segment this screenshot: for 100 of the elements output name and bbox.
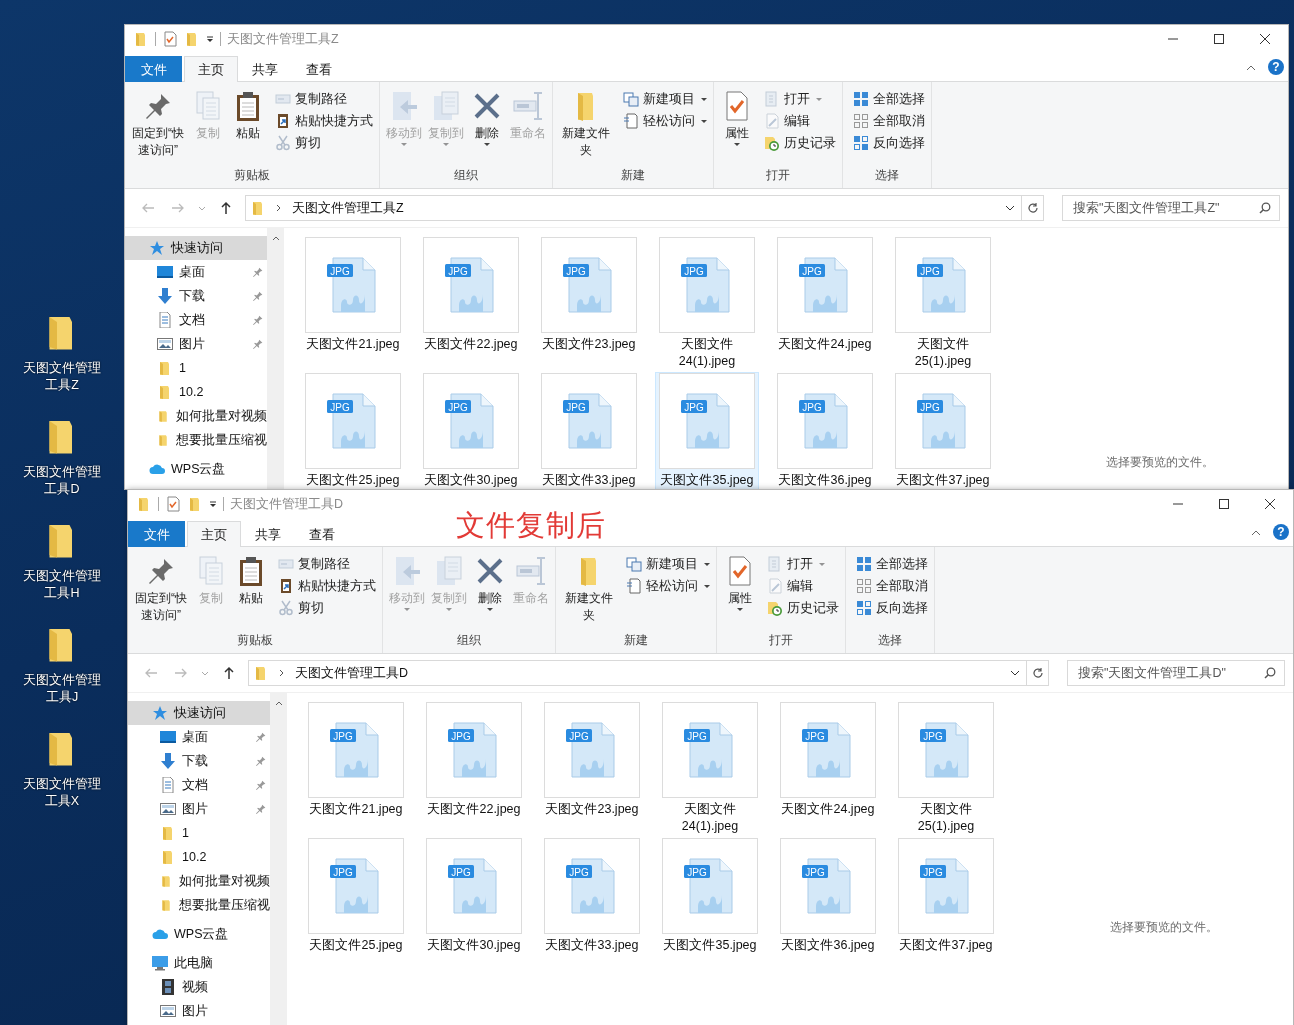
nav-item[interactable]: 快速访问 — [128, 701, 270, 725]
file-item[interactable]: JPG 天图文件37.jpeg — [891, 372, 995, 489]
file-item[interactable]: JPG 天图文件21.jpeg — [301, 236, 405, 372]
ribbon-button[interactable]: 粘贴 — [229, 88, 267, 144]
file-item[interactable]: JPG 天图文件25.jpeg — [301, 372, 405, 489]
scrollbar[interactable] — [270, 693, 287, 1025]
nav-item[interactable]: 快速访问 — [125, 236, 267, 260]
nav-item[interactable]: 下载 — [125, 284, 267, 308]
ribbon-button[interactable]: 新建项目 — [624, 553, 712, 575]
file-item[interactable]: JPG 天图文件21.jpeg — [304, 701, 408, 837]
ribbon-button[interactable]: 属性 — [718, 88, 756, 148]
nav-item[interactable]: 下载 — [128, 749, 270, 773]
picture-icon — [160, 1003, 176, 1019]
ribbon-button[interactable]: 删除 — [471, 553, 509, 613]
file-item[interactable]: JPG 天图文件25(1).jpeg — [894, 701, 998, 837]
refresh-button[interactable] — [1022, 195, 1044, 221]
help-button[interactable]: ? — [1273, 524, 1289, 540]
nav-item[interactable]: 桌面 — [128, 725, 270, 749]
paste-shortcut-icon — [278, 578, 294, 594]
nav-item[interactable]: WPS云盘 — [125, 457, 267, 481]
nav-item[interactable]: 图片 — [128, 797, 270, 821]
nav-item[interactable]: 文档 — [128, 773, 270, 797]
nav-item[interactable]: 文档 — [125, 308, 267, 332]
nav-item[interactable]: 想要批量压缩视 — [128, 893, 270, 917]
file-item[interactable]: JPG 天图文件33.jpeg — [540, 837, 644, 973]
refresh-icon — [1026, 202, 1039, 214]
search-field[interactable]: 搜索"天图文件管理工具D" — [1067, 660, 1285, 686]
star-icon — [149, 240, 165, 256]
nav-item[interactable]: 视频 — [128, 975, 270, 999]
nav-item[interactable]: 1 — [125, 356, 267, 380]
ribbon-button[interactable]: 新建项目 — [621, 88, 709, 110]
search-field[interactable]: 搜索"天图文件管理工具Z" — [1062, 195, 1280, 221]
ribbon-button[interactable]: 历史记录 — [765, 597, 841, 619]
nav-item[interactable]: 图片 — [125, 332, 267, 356]
nav-item[interactable]: WPS云盘 — [128, 922, 270, 946]
file-item[interactable]: JPG 天图文件24(1).jpeg — [655, 236, 759, 372]
ribbon-tab[interactable]: 共享 — [238, 56, 292, 82]
file-item[interactable]: JPG 天图文件23.jpeg — [537, 236, 641, 372]
ribbon-button[interactable]: 固定到“快速访问” — [129, 88, 187, 161]
ribbon-button[interactable]: 反向选择 — [851, 132, 927, 154]
ribbon-tab[interactable]: 主页 — [184, 56, 238, 82]
monitor-icon — [152, 955, 168, 971]
help-button[interactable]: ? — [1268, 59, 1284, 75]
ribbon-button[interactable]: 全部选择 — [851, 88, 927, 110]
ribbon-tab[interactable]: 查看 — [295, 521, 349, 547]
ribbon-button[interactable]: 反向选择 — [854, 597, 930, 619]
file-item[interactable]: JPG 天图文件30.jpeg — [422, 837, 526, 973]
ribbon-button[interactable]: 全部取消 — [854, 575, 930, 597]
file-item[interactable]: JPG 天图文件25.jpeg — [304, 837, 408, 973]
file-item[interactable]: JPG 天图文件24(1).jpeg — [658, 701, 762, 837]
nav-item[interactable]: 此电脑 — [128, 951, 270, 975]
refresh-button[interactable] — [1027, 660, 1049, 686]
file-item[interactable]: JPG 天图文件36.jpeg — [776, 837, 880, 973]
file-item[interactable]: JPG 天图文件30.jpeg — [419, 372, 523, 489]
document-list-icon — [626, 578, 642, 594]
nav-item[interactable]: 10.2 — [128, 845, 270, 869]
address-bar[interactable]: 天图文件管理工具Z — [245, 195, 1022, 221]
file-item[interactable]: JPG 天图文件24.jpeg — [776, 701, 880, 837]
ribbon-tab[interactable]: 文件 — [128, 521, 185, 547]
edit-icon — [767, 578, 783, 594]
ribbon-button[interactable]: 删除 — [468, 88, 506, 148]
group-label: 打开 — [768, 632, 794, 649]
ribbon-button[interactable]: 粘贴快捷方式 — [276, 575, 378, 597]
file-item[interactable]: JPG 天图文件25(1).jpeg — [891, 236, 995, 372]
address-bar[interactable]: 天图文件管理工具D — [248, 660, 1027, 686]
ribbon-button[interactable]: 粘贴快捷方式 — [273, 110, 375, 132]
file-item[interactable]: JPG 天图文件23.jpeg — [540, 701, 644, 837]
scrollbar[interactable] — [267, 228, 284, 489]
picture-icon — [157, 336, 173, 352]
ribbon-button[interactable]: 粘贴 — [232, 553, 270, 609]
ribbon-button[interactable]: 属性 — [721, 553, 759, 613]
ribbon-button[interactable]: 全部取消 — [851, 110, 927, 132]
nav-item[interactable]: 如何批量对视频 — [125, 404, 267, 428]
file-item[interactable]: JPG 天图文件35.jpeg — [658, 837, 762, 973]
file-item[interactable]: JPG 天图文件22.jpeg — [422, 701, 526, 837]
file-item[interactable]: JPG 天图文件37.jpeg — [894, 837, 998, 973]
file-item[interactable]: JPG 天图文件24.jpeg — [773, 236, 877, 372]
file-item[interactable]: JPG 天图文件33.jpeg — [537, 372, 641, 489]
nav-item[interactable]: 桌面 — [125, 260, 267, 284]
ribbon-tab[interactable]: 主页 — [187, 521, 241, 547]
ribbon-tab[interactable]: 查看 — [292, 56, 346, 82]
nav-item[interactable]: 如何批量对视频 — [128, 869, 270, 893]
ribbon-tab[interactable]: 共享 — [241, 521, 295, 547]
nav-item[interactable]: 10.2 — [125, 380, 267, 404]
ribbon-button[interactable]: 轻松访问 — [624, 575, 712, 597]
ribbon-tab[interactable]: 文件 — [125, 56, 182, 82]
dropdown-icon — [209, 500, 217, 508]
nav-item[interactable]: 1 — [128, 821, 270, 845]
paste-shortcut-icon — [275, 113, 291, 129]
file-item[interactable]: JPG 天图文件35.jpeg — [655, 372, 759, 489]
ribbon-button[interactable]: 新建文件夹 — [557, 88, 615, 161]
file-item[interactable]: JPG 天图文件36.jpeg — [773, 372, 877, 489]
nav-item[interactable]: 想要批量压缩视 — [125, 428, 267, 452]
ribbon-button[interactable]: 固定到“快速访问” — [132, 553, 190, 626]
ribbon-button[interactable]: 新建文件夹 — [560, 553, 618, 626]
file-item[interactable]: JPG 天图文件22.jpeg — [419, 236, 523, 372]
ribbon-button[interactable]: 历史记录 — [762, 132, 838, 154]
ribbon-button[interactable]: 全部选择 — [854, 553, 930, 575]
ribbon-button[interactable]: 轻松访问 — [621, 110, 709, 132]
nav-item[interactable]: 图片 — [128, 999, 270, 1023]
